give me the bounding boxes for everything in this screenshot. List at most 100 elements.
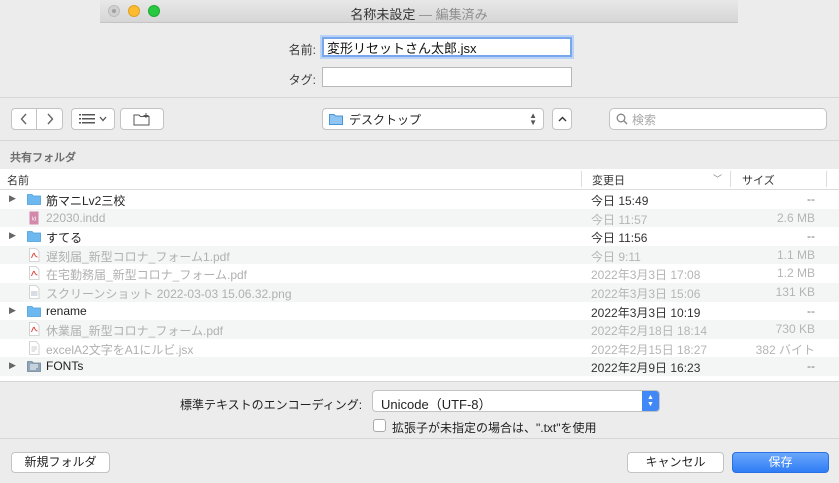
location-popup[interactable]: デスクトップ ▲ ▼ [322,108,544,130]
file-row: 在宅勤務届_新型コロナ_フォーム.pdf 2022年3月3日 17:08 1.2 M… [0,264,839,283]
chevron-right-icon [46,113,53,125]
file-date: 2022年2月15日 18:27 [591,342,708,357]
file-name: 22030.indd [46,210,106,225]
file-row[interactable]: ▶ rename 2022年3月3日 10:19 -- [0,302,839,321]
file-row[interactable]: ▶ すてる 今日 11:56 -- [0,227,839,246]
disclosure-triangle-icon[interactable]: ▶ [9,193,16,204]
file-date: 今日 15:49 [591,194,649,208]
disclosure-triangle-icon[interactable]: ▶ [9,360,16,371]
column-date[interactable]: 変更日 [592,172,625,188]
divider [0,381,839,382]
txt-extension-checkbox[interactable] [373,419,386,432]
encoding-value: Unicode（UTF-8） [381,397,492,412]
file-name: 休業届_新型コロナ_フォーム.pdf [46,324,224,339]
file-size: 131 KB [775,285,815,299]
edited-indicator: — 編集済み [419,7,488,22]
encoding-label: 標準テキストのエンコーディング: [180,398,363,412]
file-name: 筋マニLv2三校 [46,194,126,208]
location-label: デスクトップ [349,112,422,127]
file-size: 2.6 MB [776,210,815,225]
encoding-popup[interactable]: Unicode（UTF-8） ▲ ▼ [372,390,660,412]
file-row: スクリーンショット 2022-03-03 15.06.32.png 2022年3月… [0,283,839,302]
file-size: -- [807,359,815,374]
disclosure-triangle-icon[interactable]: ▶ [9,230,16,241]
search-field[interactable]: 検索 [609,108,827,130]
svg-text:Id: Id [32,216,37,222]
column-size[interactable]: サイズ [742,172,775,188]
column-name[interactable]: 名前 [7,172,29,188]
save-sheet: 名前: タグ: デスクトップ ▲▼ 検索 共有フォル [0,23,839,483]
list-view-icon [79,114,95,124]
fonts-folder-icon [27,359,41,373]
chevron-up-icon [558,116,566,122]
document-name: 名称未設定 [350,7,416,22]
txt-extension-label[interactable]: 拡張子が未指定の場合は、".txt"を使用 [392,419,597,436]
divider [0,438,839,439]
name-label: 名前: [288,43,316,57]
file-list[interactable]: 名前 変更日 ﹀ サイズ ▶ 筋マニLv2三校 今日 15:49 -- Id 22030.… [0,169,839,381]
disclosure-triangle-icon[interactable]: ▶ [9,305,16,316]
folder-icon [27,192,41,206]
chevron-down-icon [99,116,107,122]
file-name: すてる [46,231,83,246]
file-date: 今日 11:57 [591,212,648,227]
divider [0,97,839,98]
tag-field[interactable] [322,67,572,87]
updown-chevron-icon: ▲ ▼ [529,111,537,127]
file-date: 今日 9:11 [591,249,641,264]
folder-icon [329,114,343,125]
column-divider[interactable] [581,171,582,187]
file-date: 2022年3月3日 10:19 [591,305,701,320]
file-name-field[interactable] [322,37,572,57]
file-row[interactable]: ▶ FONTs 2022年2月9日 16:23 -- [0,357,839,376]
updown-chevron-icon: ▲ ▼ [642,391,659,411]
new-folder-button[interactable]: 新規フォルダ [11,452,110,473]
file-name: FONTs [46,359,84,374]
chevron-left-icon [20,113,27,125]
view-mode-button[interactable] [71,108,115,130]
file-size: 730 KB [775,322,815,337]
file-date: 2022年2月9日 16:23 [591,361,701,376]
pdf-file-icon [27,247,41,262]
file-date: 今日 11:56 [591,231,648,246]
file-date: 2022年3月3日 17:08 [591,268,701,283]
indesign-file-icon: Id [27,211,41,225]
file-name: 遅刻届_新型コロナ_フォーム1.pdf [46,249,230,264]
file-size: 1.2 MB [776,266,815,281]
file-name: 在宅勤務届_新型コロナ_フォーム.pdf [46,268,248,283]
divider [0,140,839,141]
tag-label: タグ: [288,73,316,87]
file-date: 2022年2月18日 18:14 [591,324,708,339]
shared-folder-label: 共有フォルダ [10,152,76,164]
list-header: 名前 変更日 ﹀ サイズ [0,169,839,190]
file-row: 休業届_新型コロナ_フォーム.pdf 2022年2月18日 18:14 730 KB [0,320,839,339]
collapse-sheet-button[interactable] [552,108,572,130]
save-button[interactable]: 保存 [732,452,829,473]
folder-icon [27,229,41,243]
file-row[interactable]: ▶ 筋マニLv2三校 今日 15:49 -- [0,190,839,209]
folder-icon [27,304,41,318]
script-file-icon [27,340,41,355]
file-size: -- [807,229,815,244]
file-name: スクリーンショット 2022-03-03 15.06.32.png [46,287,292,301]
cancel-button[interactable]: キャンセル [627,452,724,473]
file-size: -- [807,303,815,318]
file-row: Id 22030.indd 今日 11:57 2.6 MB [0,208,839,228]
forward-button[interactable] [36,108,63,130]
column-divider[interactable] [826,171,827,187]
title-bar: 名称未設定 — 編集済み [100,0,738,23]
file-size: 1.1 MB [776,247,815,262]
column-divider[interactable] [730,171,731,187]
pdf-file-icon [27,322,41,337]
sort-chevron-icon: ﹀ [713,174,723,184]
file-row: 遅刻届_新型コロナ_フォーム1.pdf 今日 9:11 1.1 MB [0,245,839,265]
file-name: excelA2文字をA1にルビ.jsx [46,342,194,357]
back-button[interactable] [11,108,37,130]
file-row: excelA2文字をA1にルビ.jsx 2022年2月15日 18:27 382 バ… [0,339,839,358]
new-folder-icon [133,112,150,125]
image-file-icon [27,285,41,299]
search-icon [616,113,628,125]
file-name: rename [46,303,87,318]
window-title: 名称未設定 — 編集済み [100,4,738,23]
new-folder-toolbar-button[interactable] [120,108,164,130]
